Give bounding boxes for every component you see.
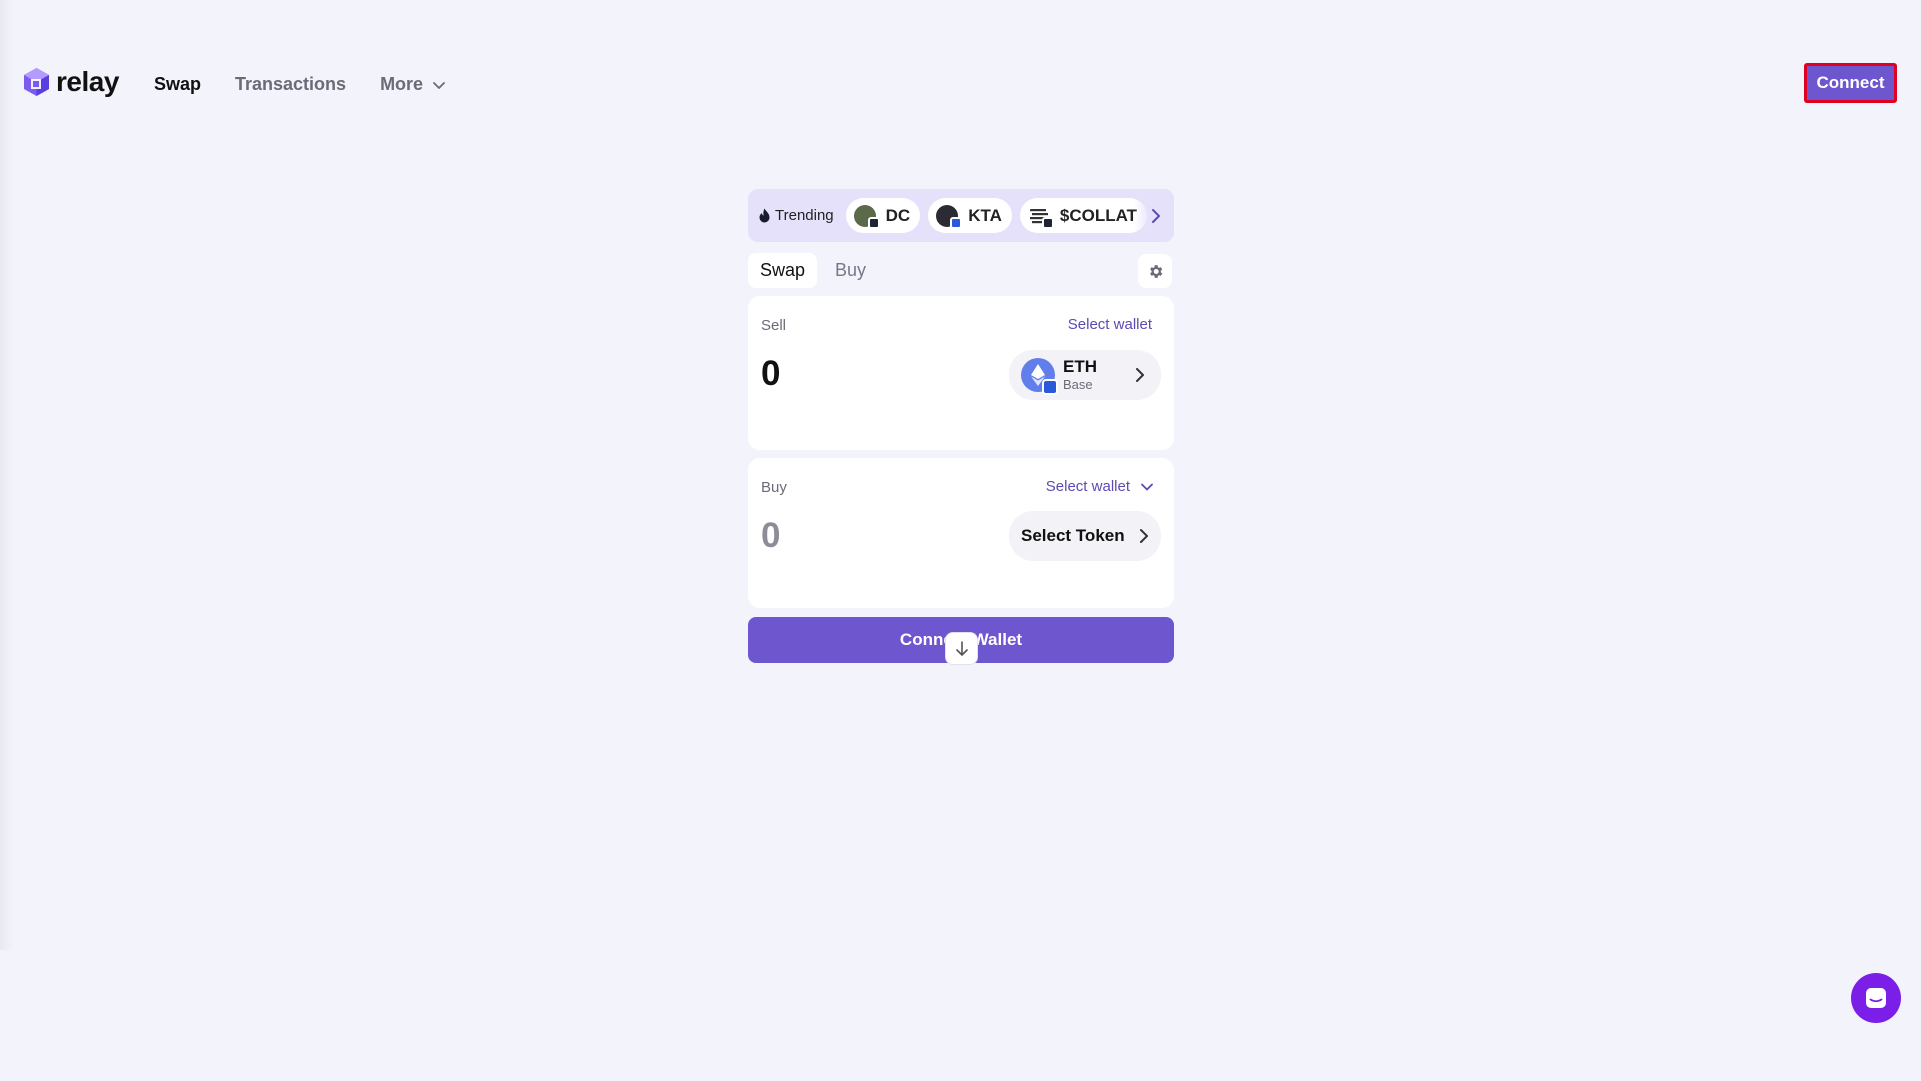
select-token-button[interactable]: Select Token	[1009, 511, 1161, 561]
main-nav: Swap Transactions More	[154, 74, 447, 95]
relay-logo[interactable]: relay	[23, 66, 119, 98]
sell-amount-input[interactable]: 0	[761, 354, 780, 394]
eth-token-icon	[1021, 358, 1058, 395]
relay-cube-icon	[24, 68, 49, 96]
base-chain-badge-icon	[1042, 379, 1058, 395]
sell-select-wallet[interactable]: Select wallet	[1068, 316, 1152, 333]
trending-text: Trending	[775, 207, 834, 224]
sell-token-info: ETH Base	[1063, 358, 1097, 391]
gear-icon	[1149, 264, 1162, 278]
nav-more-label: More	[380, 74, 424, 94]
nav-transactions[interactable]: Transactions	[235, 74, 346, 95]
chevron-down-icon	[433, 81, 445, 89]
buy-select-wallet-label: Select wallet	[1045, 478, 1130, 495]
settings-button[interactable]	[1138, 254, 1172, 288]
trending-token-collat[interactable]: $COLLAT	[1019, 198, 1148, 233]
mode-tabs: Swap Buy	[748, 252, 1174, 288]
swap-direction-button[interactable]	[945, 632, 978, 665]
chevron-right-icon	[1152, 208, 1160, 223]
sell-token-symbol: ETH	[1063, 357, 1097, 377]
tab-swap[interactable]: Swap	[748, 252, 818, 288]
flame-icon	[759, 208, 770, 223]
chevron-right-icon	[1136, 368, 1144, 382]
arrow-down-icon	[955, 640, 968, 656]
kta-token-icon	[936, 203, 963, 229]
chevron-down-icon	[1141, 483, 1153, 490]
trending-token-symbol: KTA	[968, 205, 1002, 225]
page-edge-shadow	[0, 0, 14, 950]
trending-next-button[interactable]	[1134, 189, 1174, 242]
trending-token-symbol: DC	[885, 205, 911, 225]
sell-token-chain: Base	[1063, 377, 1093, 393]
chat-icon	[1866, 988, 1886, 1008]
connect-button[interactable]: Connect	[1804, 63, 1897, 103]
nav-more[interactable]: More	[380, 74, 447, 95]
tab-buy[interactable]: Buy	[823, 253, 878, 288]
select-token-label: Select Token	[1021, 526, 1125, 545]
chevron-right-icon	[1139, 529, 1148, 543]
trending-label: Trending	[758, 207, 834, 224]
dc-token-icon	[853, 203, 880, 229]
swap-widget: Trending DC KTA $COLLAT Swap Buy Sell Se…	[748, 189, 1174, 665]
sell-panel: Sell Select wallet 0 ETH Base	[748, 296, 1174, 450]
support-chat-button[interactable]	[1851, 973, 1901, 1023]
top-header: relay Swap Transactions More Connect	[0, 50, 1921, 118]
nav-swap[interactable]: Swap	[154, 74, 201, 95]
buy-select-wallet[interactable]: Select wallet	[1046, 478, 1154, 495]
trending-token-dc[interactable]: DC	[845, 198, 921, 233]
trending-token-symbol: $COLLAT	[1059, 205, 1138, 225]
buy-panel: Buy Select wallet 0 Select Token	[748, 458, 1174, 608]
trending-token-kta[interactable]: KTA	[928, 198, 1012, 233]
buy-amount-input[interactable]: 0	[761, 516, 780, 556]
logo-text: relay	[56, 66, 119, 97]
buy-label: Buy	[761, 479, 787, 496]
sell-label: Sell	[761, 317, 787, 334]
collat-token-icon	[1027, 203, 1054, 229]
trending-bar: Trending DC KTA $COLLAT	[748, 189, 1174, 242]
sell-token-selector[interactable]: ETH Base	[1009, 350, 1161, 400]
